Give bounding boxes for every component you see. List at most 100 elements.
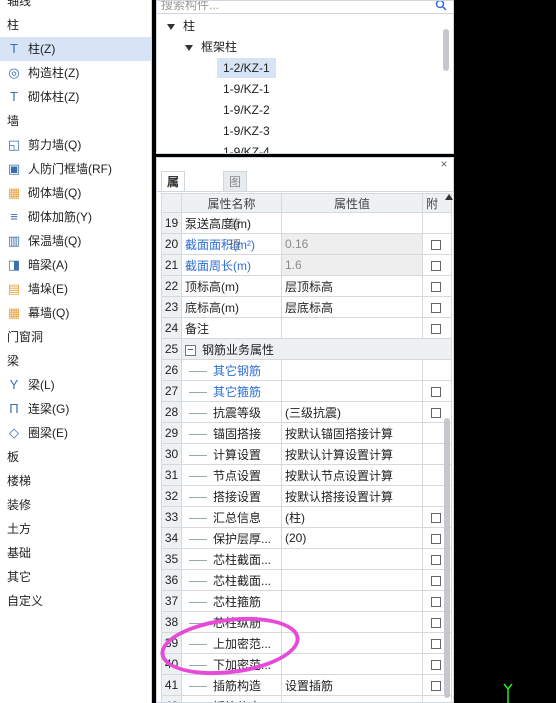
nav-category[interactable]: 其它 bbox=[0, 565, 151, 589]
nav-item[interactable]: ≡ 砌体加筋(Y) bbox=[0, 205, 151, 229]
attach-checkbox[interactable] bbox=[431, 680, 441, 691]
property-value[interactable]: (柱) bbox=[281, 506, 423, 528]
tree-leaf[interactable]: 1-2/KZ-1 bbox=[217, 58, 276, 78]
nav-category[interactable]: 楼梯 bbox=[0, 469, 151, 493]
nav-item[interactable]: Y 梁(L) bbox=[0, 373, 151, 397]
attach-checkbox[interactable] bbox=[431, 575, 441, 586]
table-row[interactable]: 36 芯柱截面... bbox=[161, 569, 452, 591]
property-value[interactable]: 设置插筋 bbox=[281, 674, 423, 696]
nav-item[interactable]: ◇ 圈梁(E) bbox=[0, 421, 151, 445]
table-row[interactable]: 22 顶标高(m) 层顶标高 bbox=[161, 275, 452, 297]
tab-property-list[interactable]: 属性列表 bbox=[161, 171, 186, 252]
attach-checkbox[interactable] bbox=[431, 302, 441, 313]
tree-node-frame-column[interactable]: 框架柱 bbox=[185, 37, 237, 57]
attach-checkbox[interactable] bbox=[431, 512, 441, 523]
tree-leaf[interactable]: 1-9/KZ-3 bbox=[217, 121, 276, 141]
property-value[interactable] bbox=[281, 548, 423, 570]
table-row[interactable]: 32 搭接设置 按默认搭接设置计算 bbox=[161, 485, 452, 507]
table-row[interactable]: 33 汇总信息 (柱) bbox=[161, 506, 452, 528]
nav-category[interactable]: 土方 bbox=[0, 517, 151, 541]
nav-item[interactable]: ▥ 保温墙(Q) bbox=[0, 229, 151, 253]
table-row[interactable]: 31 节点设置 按默认节点设置计算 bbox=[161, 464, 452, 486]
property-value[interactable]: 1.6 bbox=[281, 254, 423, 276]
nav-item[interactable]: T 砌体柱(Z) bbox=[0, 85, 151, 109]
property-value[interactable] bbox=[281, 317, 423, 339]
nav-item[interactable]: ▦ 砌体墙(Q) bbox=[0, 181, 151, 205]
attach-checkbox[interactable] bbox=[431, 659, 441, 670]
table-row[interactable]: 30 计算设置 按默认计算设置计算 bbox=[161, 443, 452, 465]
table-row[interactable]: 19 泵送高度(m) bbox=[161, 212, 452, 234]
property-value[interactable]: 按默认锚固搭接计算 bbox=[281, 422, 423, 444]
table-row[interactable]: 28 抗震等级 (三级抗震) bbox=[161, 401, 452, 423]
nav-category[interactable]: 门窗洞 bbox=[0, 325, 151, 349]
nav-item[interactable]: ▦ 幕墙(Q) bbox=[0, 301, 151, 325]
property-value[interactable]: 0.16 bbox=[281, 233, 423, 255]
attach-checkbox[interactable] bbox=[431, 638, 441, 649]
table-row[interactable]: 29 锚固搭接 按默认锚固搭接计算 bbox=[161, 422, 452, 444]
expand-triangle-icon[interactable] bbox=[185, 44, 193, 51]
tree-node-column[interactable]: 柱 bbox=[167, 16, 195, 36]
table-row[interactable]: 37 芯柱箍筋 bbox=[161, 590, 452, 612]
property-value[interactable] bbox=[281, 212, 423, 234]
table-row[interactable]: 20 截面面积(m²) 0.16 bbox=[161, 233, 452, 255]
search-icon[interactable] bbox=[435, 0, 447, 11]
nav-category[interactable]: 板 bbox=[0, 445, 151, 469]
search-input[interactable]: 搜索构件... bbox=[157, 0, 453, 14]
property-value[interactable]: 层顶标高 bbox=[281, 275, 423, 297]
nav-category[interactable]: 自定义 bbox=[0, 589, 151, 613]
scroll-up-arrow-icon[interactable] bbox=[445, 194, 453, 200]
attach-checkbox[interactable] bbox=[431, 554, 441, 565]
property-value[interactable] bbox=[281, 695, 423, 702]
nav-item[interactable]: ◱ 剪力墙(Q) bbox=[0, 133, 151, 157]
tree-leaf[interactable]: 1-9/KZ-4 bbox=[217, 142, 276, 153]
nav-category[interactable]: 梁 bbox=[0, 349, 151, 373]
nav-category[interactable]: 基础 bbox=[0, 541, 151, 565]
attach-checkbox[interactable] bbox=[431, 260, 441, 271]
table-row[interactable]: 25− 钢筋业务属性 bbox=[161, 338, 452, 360]
nav-item[interactable]: T 柱(Z) bbox=[0, 37, 151, 61]
tree-leaf[interactable]: 1-9/KZ-1 bbox=[217, 79, 276, 99]
tree-scrollbar[interactable] bbox=[443, 29, 449, 71]
collapse-icon[interactable]: − bbox=[185, 344, 196, 356]
property-value[interactable] bbox=[281, 359, 423, 381]
nav-category[interactable]: 墙 bbox=[0, 109, 151, 133]
nav-item[interactable]: ▣ 人防门框墙(RF) bbox=[0, 157, 151, 181]
nav-item[interactable]: ▤ 墙垛(E) bbox=[0, 277, 151, 301]
table-row[interactable]: 23 底标高(m) 层底标高 bbox=[161, 296, 452, 318]
tab-layer-management[interactable]: 图层管理 bbox=[223, 171, 248, 252]
table-row[interactable]: 27 其它箍筋 bbox=[161, 380, 452, 402]
attach-checkbox[interactable] bbox=[431, 281, 441, 292]
table-row[interactable]: 41 插筋构造 设置插筋 bbox=[161, 674, 452, 696]
table-row[interactable]: 24 备注 bbox=[161, 317, 452, 339]
table-row[interactable]: 34 保护层厚... (20) bbox=[161, 527, 452, 549]
property-value[interactable] bbox=[281, 380, 423, 402]
attach-checkbox[interactable] bbox=[431, 386, 441, 397]
property-value[interactable] bbox=[281, 590, 423, 612]
property-value[interactable]: (20) bbox=[281, 527, 423, 549]
attach-checkbox[interactable] bbox=[431, 407, 441, 418]
property-value[interactable]: 按默认节点设置计算 bbox=[281, 464, 423, 486]
nav-category[interactable]: 柱 bbox=[0, 13, 151, 37]
property-value[interactable] bbox=[281, 653, 423, 675]
table-row[interactable]: 26 其它钢筋 bbox=[161, 359, 452, 381]
attach-checkbox[interactable] bbox=[431, 323, 441, 334]
nav-item[interactable]: ◨ 暗梁(A) bbox=[0, 253, 151, 277]
table-row[interactable]: 21 截面周长(m) 1.6 bbox=[161, 254, 452, 276]
nav-item[interactable]: ◎ 构造柱(Z) bbox=[0, 61, 151, 85]
close-icon[interactable]: × bbox=[438, 158, 450, 170]
property-value[interactable]: (三级抗震) bbox=[281, 401, 423, 423]
property-value[interactable]: 层底标高 bbox=[281, 296, 423, 318]
table-row[interactable]: 42 插筋信息 bbox=[161, 695, 452, 702]
property-value[interactable] bbox=[281, 569, 423, 591]
attach-checkbox[interactable] bbox=[431, 596, 441, 607]
attach-checkbox[interactable] bbox=[431, 533, 441, 544]
attach-checkbox[interactable] bbox=[431, 239, 441, 250]
expand-triangle-icon[interactable] bbox=[167, 23, 175, 30]
nav-category[interactable]: 轴线 bbox=[0, 0, 151, 13]
nav-category[interactable]: 装修 bbox=[0, 493, 151, 517]
table-row[interactable]: 35 芯柱截面... bbox=[161, 548, 452, 570]
property-value[interactable]: 按默认计算设置计算 bbox=[281, 443, 423, 465]
nav-item[interactable]: Π 连梁(G) bbox=[0, 397, 151, 421]
property-scrollbar[interactable] bbox=[444, 418, 450, 698]
tree-leaf[interactable]: 1-9/KZ-2 bbox=[217, 100, 276, 120]
